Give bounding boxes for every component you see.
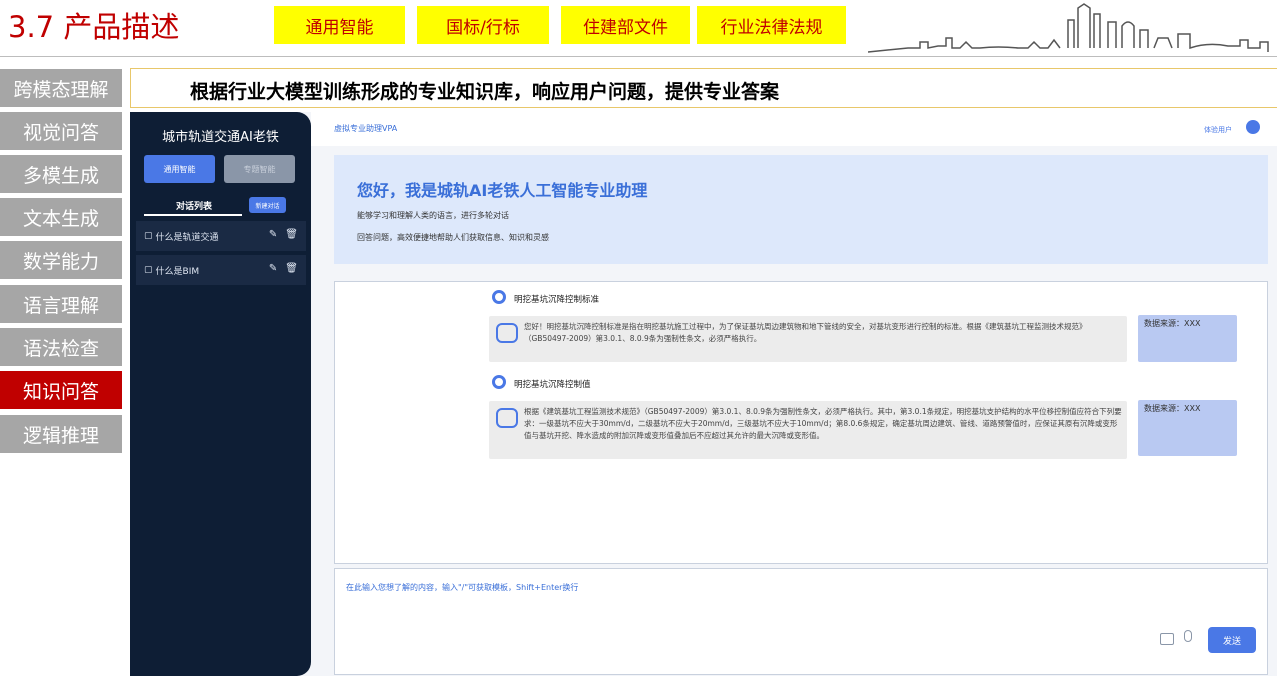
- trash-icon[interactable]: 🗑: [285, 263, 298, 274]
- user-avatar-icon[interactable]: [1246, 120, 1260, 134]
- category-knowledge-qa[interactable]: 知识问答: [0, 371, 122, 409]
- conversation-label: 什么是轨道交通: [155, 232, 219, 243]
- microphone-icon[interactable]: [1184, 630, 1192, 642]
- user-label[interactable]: 体验用户: [1204, 125, 1232, 135]
- welcome-line: 能够学习和理解人类的语言，进行多轮对话: [357, 211, 509, 220]
- tab-underline: [144, 214, 242, 216]
- data-source-badge: 数据来源：XXX: [1138, 315, 1237, 362]
- conversation-item[interactable]: ▢ 什么是BIM ✎ 🗑: [136, 255, 306, 285]
- data-source-badge: 数据来源：XXX: [1138, 400, 1237, 456]
- user-question: 明挖基坑沉降控制值: [514, 380, 591, 390]
- app-title: 虚拟专业助理VPA: [334, 124, 398, 133]
- category-language[interactable]: 语言理解: [0, 285, 122, 323]
- answer-text: 根据《建筑基坑工程监测技术规范》（GB50497-2009）第3.0.1、8.0…: [524, 407, 1122, 440]
- send-button[interactable]: 发送: [1208, 627, 1256, 653]
- city-skyline-illustration: [868, 3, 1269, 53]
- welcome-title: 您好，我是城轨AI老铁人工智能专业助理: [357, 181, 648, 200]
- tag-national-standard: 国标/行标: [417, 6, 549, 44]
- tag-housing-docs: 住建部文件: [561, 6, 690, 44]
- app-name: 城市轨道交通AI老铁: [162, 130, 279, 145]
- edit-icon[interactable]: ✎: [269, 263, 277, 274]
- bot-icon: [496, 323, 518, 343]
- header-divider: [0, 56, 1277, 57]
- user-avatar-icon: [492, 375, 506, 389]
- category-math[interactable]: 数学能力: [0, 241, 122, 279]
- app-topbar: [311, 112, 1277, 146]
- category-text-gen[interactable]: 文本生成: [0, 198, 122, 236]
- chat-bubble-icon: ▢: [144, 265, 153, 275]
- category-cross-modal[interactable]: 跨模态理解: [0, 69, 122, 107]
- mode-general-button[interactable]: 通用智能: [144, 155, 215, 183]
- slide-title: 3.7 产品描述: [8, 10, 180, 44]
- category-grammar[interactable]: 语法检查: [0, 328, 122, 366]
- conversation-label: 什么是BIM: [155, 266, 200, 277]
- welcome-line: 回答问题，高效便捷地帮助人们获取信息、知识和灵感: [357, 233, 549, 242]
- mode-topic-button[interactable]: 专题智能: [224, 155, 295, 183]
- user-avatar-icon: [492, 290, 506, 304]
- trash-icon[interactable]: 🗑: [285, 229, 298, 240]
- category-reasoning[interactable]: 逻辑推理: [0, 415, 122, 453]
- image-upload-icon[interactable]: [1160, 633, 1174, 645]
- answer-text: 您好！明挖基坑沉降控制标准是指在明挖基坑施工过程中，为了保证基坑周边建筑物和地下…: [524, 322, 1087, 343]
- category-visual-qa[interactable]: 视觉问答: [0, 112, 122, 150]
- edit-icon[interactable]: ✎: [269, 229, 277, 240]
- tab-conversations[interactable]: 对话列表: [146, 199, 242, 212]
- chat-bubble-icon: ▢: [144, 231, 153, 241]
- new-chat-button[interactable]: 新建对话: [249, 197, 286, 213]
- slide-subtitle: 根据行业大模型训练形成的专业知识库，响应用户问题，提供专业答案: [190, 81, 780, 103]
- conversation-item[interactable]: ▢ 什么是轨道交通 ✎ 🗑: [136, 221, 306, 251]
- message-input[interactable]: 在此输入您想了解的内容，输入"/"可获取模板，Shift+Enter换行: [346, 582, 578, 593]
- category-multimodal-gen[interactable]: 多模生成: [0, 155, 122, 193]
- tag-industry-law: 行业法律法规: [697, 6, 846, 44]
- tag-general-intelligence: 通用智能: [274, 6, 405, 44]
- bot-icon: [496, 408, 518, 428]
- user-question: 明挖基坑沉降控制标准: [514, 295, 600, 305]
